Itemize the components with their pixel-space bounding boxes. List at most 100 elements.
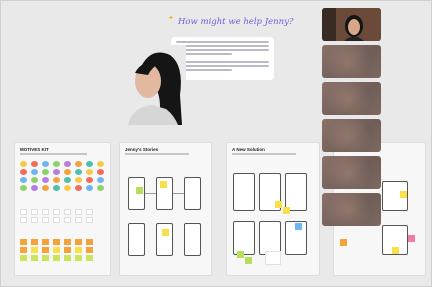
emoji-sticker[interactable] [64,177,71,183]
emoji-sticker[interactable] [53,177,60,183]
sticky-note[interactable] [265,251,281,265]
sticky-swatch[interactable] [53,217,60,223]
sticky-swatch[interactable] [31,239,38,245]
emoji-sticker[interactable] [97,169,104,175]
sticky-swatch[interactable] [86,239,93,245]
emoji-sticker[interactable] [75,169,82,175]
sticky-swatch[interactable] [86,217,93,223]
video-tile[interactable] [322,82,381,115]
emoji-sticker[interactable] [53,185,60,191]
sticky-swatch[interactable] [86,255,93,261]
sticky-swatch[interactable] [42,239,49,245]
sticky-note[interactable] [237,251,244,258]
phone-frame[interactable] [259,221,281,255]
emoji-sticker[interactable] [86,161,93,167]
emoji-sticker[interactable] [86,185,93,191]
phone-frame[interactable] [156,223,173,256]
phone-frame[interactable] [233,173,255,211]
emoji-sticker[interactable] [75,161,82,167]
sticky-swatch[interactable] [64,209,71,215]
hero-text-card[interactable] [171,37,274,80]
sticky-swatch[interactable] [42,247,49,253]
emoji-sticker[interactable] [31,177,38,183]
sticky-swatch[interactable] [20,209,27,215]
sticky-note[interactable] [245,257,252,264]
board-motives-kit[interactable]: MOTIVES KIT [14,142,111,276]
phone-frame[interactable] [184,177,201,210]
sticky-swatch[interactable] [20,247,27,253]
emoji-sticker[interactable] [86,169,93,175]
sticky-swatch[interactable] [75,255,82,261]
sticky-note[interactable] [295,223,302,230]
emoji-sticker[interactable] [64,169,71,175]
emoji-sticker[interactable] [20,161,27,167]
emoji-sticker[interactable] [42,185,49,191]
sticky-swatch[interactable] [64,217,71,223]
sticky-note[interactable] [408,235,415,242]
sticky-swatch[interactable] [31,217,38,223]
emoji-sticker[interactable] [86,177,93,183]
video-tile[interactable] [322,119,381,152]
emoji-sticker[interactable] [20,185,27,191]
sticky-swatch[interactable] [42,255,49,261]
sticky-swatch[interactable] [86,209,93,215]
emoji-sticker[interactable] [42,177,49,183]
phone-frame[interactable] [184,223,201,256]
sticky-swatch[interactable] [31,247,38,253]
emoji-sticker[interactable] [42,161,49,167]
sticky-swatch[interactable] [75,217,82,223]
emoji-sticker[interactable] [20,169,27,175]
phone-frame[interactable] [285,173,307,211]
board-jennys-stories[interactable]: Jenny's Stories [119,142,212,276]
video-tile-live[interactable] [322,8,381,41]
sticky-swatch[interactable] [53,209,60,215]
sticky-note[interactable] [136,187,143,194]
sticky-note[interactable] [160,181,167,188]
sticky-note[interactable] [275,201,282,208]
sticky-swatch[interactable] [64,255,71,261]
board-title: Jenny's Stories [125,147,159,152]
emoji-sticker[interactable] [31,185,38,191]
sticky-swatch[interactable] [42,217,49,223]
sticky-swatch[interactable] [64,247,71,253]
sticky-swatch[interactable] [31,209,38,215]
sticky-swatch[interactable] [31,255,38,261]
emoji-sticker[interactable] [31,161,38,167]
sparkle-icon: ✦ [168,15,174,22]
sticky-swatch[interactable] [20,255,27,261]
emoji-sticker[interactable] [75,185,82,191]
video-tile[interactable] [322,193,381,226]
emoji-sticker[interactable] [42,169,49,175]
sticky-swatch[interactable] [75,239,82,245]
sticky-swatch[interactable] [86,247,93,253]
sticky-note[interactable] [340,239,347,246]
emoji-sticker[interactable] [64,161,71,167]
sticky-swatch[interactable] [75,209,82,215]
sticky-swatch[interactable] [53,247,60,253]
sticky-swatch[interactable] [20,239,27,245]
sticky-note[interactable] [162,229,169,236]
sticky-swatch[interactable] [75,247,82,253]
video-tile[interactable] [322,45,381,78]
emoji-sticker[interactable] [97,161,104,167]
phone-frame[interactable] [128,223,145,256]
emoji-sticker[interactable] [31,169,38,175]
sticky-note[interactable] [392,247,399,254]
video-tile[interactable] [322,156,381,189]
emoji-sticker[interactable] [20,177,27,183]
sticky-swatch[interactable] [20,217,27,223]
emoji-sticker[interactable] [53,161,60,167]
phone-frame[interactable] [233,221,255,255]
sticky-note[interactable] [400,191,407,198]
emoji-sticker[interactable] [64,185,71,191]
sticky-swatch[interactable] [53,255,60,261]
emoji-sticker[interactable] [75,177,82,183]
board-new-solution[interactable]: A New Solution [226,142,320,276]
emoji-sticker[interactable] [53,169,60,175]
sticky-swatch[interactable] [64,239,71,245]
sticky-note[interactable] [283,207,290,214]
emoji-sticker[interactable] [97,185,104,191]
sticky-swatch[interactable] [42,209,49,215]
emoji-sticker[interactable] [97,177,104,183]
sticky-swatch[interactable] [53,239,60,245]
